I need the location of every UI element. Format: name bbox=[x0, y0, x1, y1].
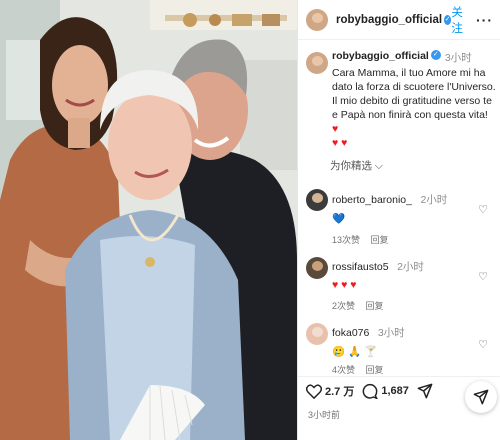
post-side-panel: robybaggio_official ✓ 关注 ··· robybaggio_… bbox=[297, 0, 500, 440]
comments-count[interactable]: 1,687 bbox=[381, 385, 409, 397]
comment-time: 3小时 bbox=[377, 327, 405, 339]
author-username[interactable]: robybaggio_official bbox=[336, 14, 442, 26]
comment-like-icon[interactable]: ♡ bbox=[478, 270, 488, 283]
post-action-bar: 2.7 万 1,687 3小时前 bbox=[298, 376, 500, 440]
comment-item: rossifausto5 2小时 ♥ ♥ ♥ 2次赞 回复 bbox=[332, 257, 492, 312]
caption-username[interactable]: robybaggio_official bbox=[332, 50, 429, 65]
family-photo-illustration bbox=[0, 0, 297, 440]
heart-emoji-icon: ♥ bbox=[332, 123, 339, 135]
comment-time: 2小时 bbox=[420, 194, 448, 206]
heart-emoji-icon: ♥ ♥ bbox=[332, 137, 348, 149]
verified-badge-icon: ✓ bbox=[430, 50, 441, 60]
share-button[interactable] bbox=[465, 381, 497, 413]
comment-like-icon[interactable]: ♡ bbox=[478, 203, 488, 216]
comment-text: 🥲 🙏 🍸 bbox=[332, 346, 378, 358]
reply-button[interactable]: 回复 bbox=[366, 365, 384, 375]
verified-badge-icon: ✓ bbox=[444, 14, 452, 25]
paper-plane-icon[interactable] bbox=[417, 383, 433, 399]
caption-body: Cara Mamma, il tuo Amore mi ha dato la f… bbox=[332, 67, 496, 121]
comment-item: foka076 3小时 🥲 🙏 🍸 4次赞 回复 bbox=[332, 323, 492, 376]
comment-likes[interactable]: 2次赞 bbox=[332, 301, 355, 311]
comment-text: 💙 bbox=[332, 213, 346, 225]
author-avatar[interactable] bbox=[306, 8, 328, 31]
reply-button[interactable]: 回复 bbox=[371, 235, 389, 245]
more-options-icon[interactable]: ··· bbox=[476, 12, 493, 28]
comment-bubble-icon[interactable] bbox=[362, 383, 379, 399]
instagram-post-view: robybaggio_official ✓ 关注 ··· robybaggio_… bbox=[0, 0, 500, 440]
follow-button[interactable]: 关注 bbox=[451, 4, 468, 36]
comment-like-icon[interactable]: ♡ bbox=[478, 338, 488, 351]
comment-time: 2小时 bbox=[397, 261, 424, 273]
comment-avatar[interactable] bbox=[306, 323, 328, 345]
post-header: robybaggio_official ✓ 关注 ··· bbox=[298, 0, 500, 40]
comment-username[interactable]: roberto_baronio_ bbox=[332, 194, 412, 206]
see-translation-link[interactable]: 为你精选 ⌵ bbox=[330, 158, 383, 173]
comment-avatar[interactable] bbox=[306, 189, 328, 211]
comment-likes[interactable]: 4次赞 bbox=[332, 365, 355, 375]
comment-likes[interactable]: 13次赞 bbox=[332, 235, 360, 245]
comment-text: ♥ ♥ ♥ bbox=[332, 279, 357, 291]
heart-outline-icon[interactable] bbox=[306, 383, 322, 399]
send-icon bbox=[473, 389, 489, 405]
caption-block: robybaggio_official ✓ 3小时 Cara Mamma, il… bbox=[332, 50, 496, 150]
caption-avatar[interactable] bbox=[306, 52, 328, 74]
comment-avatar[interactable] bbox=[306, 257, 328, 279]
likes-count[interactable]: 2.7 万 bbox=[325, 383, 354, 399]
comment-item: roberto_baronio_ 2小时 💙 13次赞 回复 bbox=[332, 190, 492, 246]
post-photo[interactable] bbox=[0, 0, 297, 440]
caption-text: Cara Mamma, il tuo Amore mi ha dato la f… bbox=[332, 66, 496, 150]
posted-time: 3小时前 bbox=[308, 410, 341, 420]
comment-username[interactable]: foka076 bbox=[332, 327, 369, 339]
caption-time: 3小时 bbox=[444, 52, 472, 64]
comment-username[interactable]: rossifausto5 bbox=[332, 261, 389, 273]
reply-button[interactable]: 回复 bbox=[366, 301, 384, 311]
